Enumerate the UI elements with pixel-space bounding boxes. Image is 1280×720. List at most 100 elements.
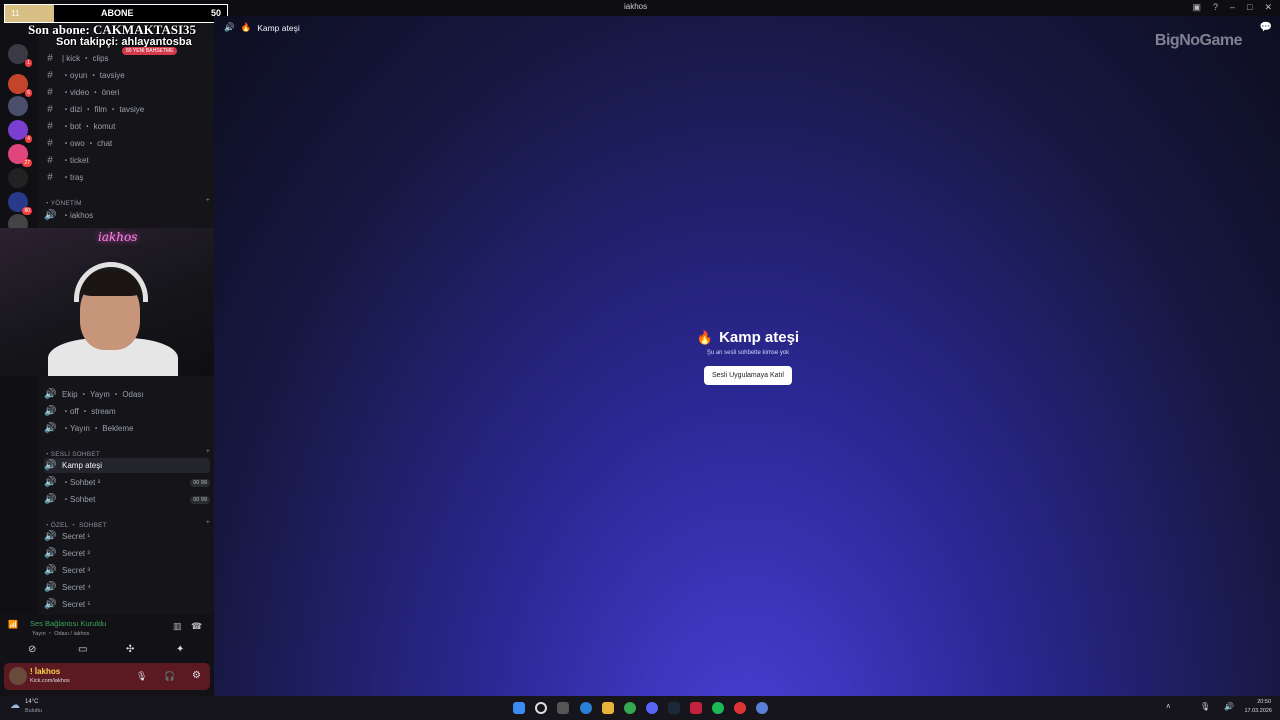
window-controls: ▣ ? – □ ✕ bbox=[1192, 2, 1272, 13]
hash-icon: # bbox=[47, 104, 53, 115]
channel-label: ・owo ・ chat bbox=[62, 139, 113, 148]
channel-item[interactable]: 🔊 Secret ¹ bbox=[44, 529, 210, 544]
help-icon[interactable]: ? bbox=[1213, 2, 1218, 13]
taskbar: ☁ 14°C Bulutlu ˄ 🎙 🔊 20:50 17.03.2026 bbox=[0, 696, 1280, 720]
screen-share-icon[interactable]: ▭ bbox=[78, 644, 87, 655]
speaker-icon: 🔊 bbox=[44, 406, 57, 417]
search-icon[interactable] bbox=[535, 702, 547, 714]
server-icon[interactable]: 6 bbox=[8, 74, 32, 97]
category-private[interactable]: ・ÖZEL ・ SOHBET + bbox=[44, 519, 210, 529]
channel-item[interactable]: 🔊 ・Yayın ・ Bekleme bbox=[44, 421, 210, 436]
server-icon[interactable]: 80 bbox=[8, 192, 32, 215]
channel-item[interactable]: 🔊 ・off ・ stream bbox=[44, 404, 210, 419]
speaker-icon: 🔊 bbox=[44, 210, 57, 221]
channel-label: ・oyun ・ tavsiye bbox=[62, 71, 125, 80]
server-icon[interactable]: 4 bbox=[8, 120, 32, 143]
channel-label: ・ticket bbox=[62, 156, 89, 165]
hash-icon: # bbox=[47, 155, 53, 166]
spotify-icon[interactable] bbox=[712, 702, 724, 714]
channel-label: Kamp ateşi bbox=[62, 461, 103, 470]
file-explorer-icon[interactable] bbox=[602, 702, 614, 714]
discord-icon[interactable] bbox=[646, 702, 658, 714]
channel-item[interactable]: 🔊 Ekip ・ Yayın ・ Odası bbox=[44, 387, 210, 402]
clock-time[interactable]: 20:50 bbox=[1243, 699, 1271, 705]
avatar[interactable] bbox=[9, 667, 27, 685]
inbox-icon[interactable]: ▣ bbox=[1192, 2, 1201, 13]
chrome-icon[interactable] bbox=[624, 702, 636, 714]
close-button[interactable]: ✕ bbox=[1264, 2, 1272, 13]
server-icon[interactable] bbox=[8, 96, 28, 116]
join-voice-button[interactable]: Sesli Uygulamaya Katıl bbox=[704, 366, 792, 385]
channel-item[interactable]: 🔊 Kamp ateşi bbox=[44, 458, 210, 473]
chat-icon[interactable]: 💬 bbox=[1260, 22, 1272, 33]
server-icon[interactable]: 27 bbox=[8, 144, 32, 167]
settings-gear-icon[interactable]: ⚙ bbox=[192, 670, 201, 681]
channel-label: ・dizi ・ film ・ tavsiye bbox=[62, 105, 145, 114]
minimize-button[interactable]: – bbox=[1230, 2, 1235, 13]
voice-status-title[interactable]: Ses Bağlantısı Kuruldu bbox=[30, 619, 106, 628]
channel-item[interactable]: # ・bot ・ komut bbox=[44, 119, 210, 134]
channel-item[interactable]: # ・traş bbox=[44, 170, 210, 185]
channel-item[interactable]: 🔊 ・Sohbet ² 00 99 bbox=[44, 475, 210, 490]
user-limit-badge: 00 99 bbox=[190, 495, 210, 504]
server-icon[interactable]: 1 bbox=[8, 44, 32, 67]
disconnect-icon[interactable]: ☎ bbox=[191, 621, 202, 632]
voice-status-sub[interactable]: Yayın ・ Odası / iakhos bbox=[32, 629, 89, 637]
channel-item[interactable]: # ・video ・ öneri bbox=[44, 85, 210, 100]
user-name[interactable]: ! İakhos bbox=[30, 667, 60, 676]
server-icon[interactable] bbox=[8, 168, 28, 188]
camera-off-icon[interactable]: ⊘ bbox=[28, 644, 36, 655]
channel-item[interactable]: 🔊 Secret ³ bbox=[44, 563, 210, 578]
app-blue-icon[interactable] bbox=[756, 702, 768, 714]
channel-item[interactable]: # ・dizi ・ film ・ tavsiye bbox=[44, 102, 210, 117]
channel-item[interactable]: 🔊 Secret ⁵ bbox=[44, 597, 210, 612]
task-view-icon[interactable] bbox=[557, 702, 569, 714]
volume-icon[interactable]: 🔊 bbox=[1224, 702, 1234, 711]
channel-item[interactable]: 🔊 Secret ⁴ bbox=[44, 580, 210, 595]
category-voice[interactable]: ・SESLİ SOHBET + bbox=[44, 448, 210, 458]
speaker-icon: 🔊 bbox=[44, 494, 57, 505]
sub-goal-bar: 11 ABONE 50 bbox=[4, 4, 228, 23]
app-a-icon[interactable] bbox=[690, 702, 702, 714]
signal-icon: 📶 bbox=[8, 620, 18, 629]
maximize-button[interactable]: □ bbox=[1247, 2, 1252, 13]
mic-tray-icon[interactable]: 🎙 bbox=[1200, 702, 1210, 711]
channel-item[interactable]: # ・owo ・ chat bbox=[44, 136, 210, 151]
channel-label: Secret ⁴ bbox=[62, 583, 91, 592]
app-red-icon[interactable] bbox=[734, 702, 746, 714]
steam-icon[interactable] bbox=[668, 702, 680, 714]
category-admin[interactable]: ・YÖNETİM + bbox=[44, 197, 210, 207]
add-channel-icon[interactable]: + bbox=[206, 448, 210, 458]
channel-item[interactable]: # ・oyun ・ tavsiye bbox=[44, 68, 210, 83]
channel-label: Secret ⁵ bbox=[62, 600, 91, 609]
clock-date[interactable]: 17.03.2026 bbox=[1238, 708, 1272, 714]
activity-icon[interactable]: ✣ bbox=[126, 644, 134, 655]
edge-icon[interactable] bbox=[580, 702, 592, 714]
mentions-badge: 80 YENİ BAHSETME bbox=[122, 47, 178, 55]
channel-item[interactable]: 🔊 ・Sohbet 00 99 bbox=[44, 492, 210, 507]
server-badge: 4 bbox=[25, 135, 32, 143]
speaker-icon: 🔊 bbox=[44, 565, 57, 576]
weather-desc[interactable]: Bulutlu bbox=[25, 708, 42, 714]
hash-icon: # bbox=[47, 138, 53, 149]
cloud-icon: ☁ bbox=[10, 700, 20, 711]
channel-label: Secret ¹ bbox=[62, 532, 91, 541]
noise-suppression-icon[interactable]: ▥ bbox=[173, 621, 182, 632]
channel-item[interactable]: 🔊 Secret ² bbox=[44, 546, 210, 561]
add-channel-icon[interactable]: + bbox=[206, 519, 210, 529]
tray-chevron-icon[interactable]: ˄ bbox=[1166, 702, 1171, 711]
weather-temp[interactable]: 14°C bbox=[25, 699, 38, 705]
channel-item[interactable]: # ・ticket bbox=[44, 153, 210, 168]
hash-icon: # bbox=[47, 87, 53, 98]
add-channel-icon[interactable]: + bbox=[206, 197, 210, 207]
soundboard-icon[interactable]: ✦ bbox=[176, 644, 184, 655]
watermark-logo: BigNoGame bbox=[1154, 32, 1243, 49]
speaker-icon: 🔊 bbox=[44, 460, 57, 471]
headphones-icon[interactable]: 🎧 bbox=[164, 671, 175, 682]
speaker-icon: 🔊 bbox=[44, 599, 57, 610]
user-limit-badge: 00 99 bbox=[190, 478, 210, 487]
window-title: iakhos bbox=[624, 2, 648, 11]
start-menu-icon[interactable] bbox=[513, 702, 525, 714]
microphone-icon[interactable]: 🎙 bbox=[136, 671, 147, 682]
channel-admin[interactable]: 🔊 ・iakhos bbox=[44, 208, 210, 223]
